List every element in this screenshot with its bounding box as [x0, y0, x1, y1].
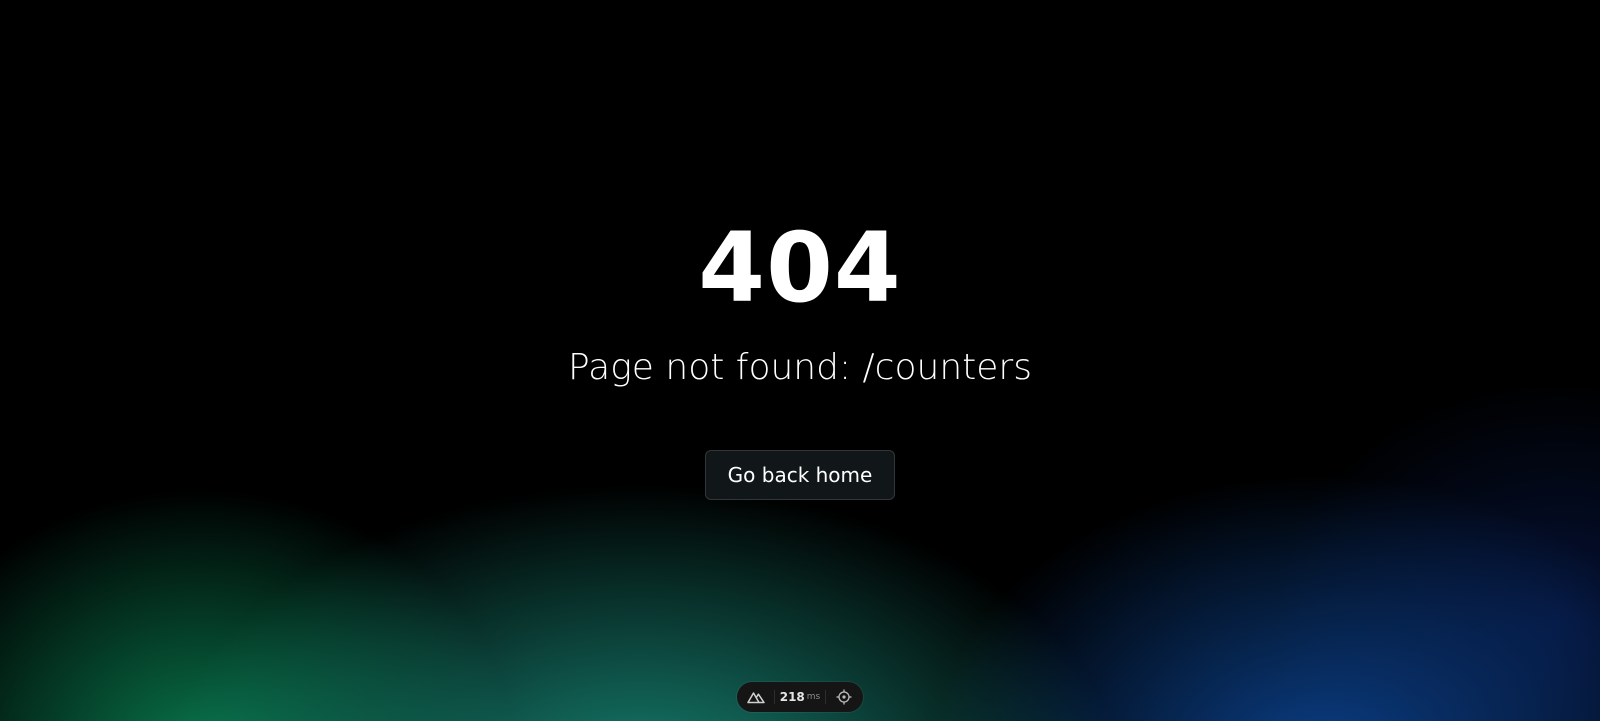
devtools-bar[interactable]: 218 ms [737, 682, 863, 712]
crosshair-icon [836, 689, 852, 705]
error-content: 404 Page not found: /counters Go back ho… [0, 0, 1600, 500]
nuxt-logo-icon [746, 692, 765, 704]
render-time-value: 218 [779, 690, 805, 704]
error-code: 404 [698, 212, 902, 324]
render-time[interactable]: 218 ms [774, 690, 826, 704]
inspect-button[interactable] [826, 682, 863, 712]
error-message: Page not found: /counters [568, 347, 1032, 388]
go-back-home-button[interactable]: Go back home [704, 450, 896, 500]
render-time-unit: ms [806, 692, 821, 702]
page-viewport: 404 Page not found: /counters Go back ho… [0, 0, 1600, 721]
devtools-logo-button[interactable] [737, 682, 774, 712]
